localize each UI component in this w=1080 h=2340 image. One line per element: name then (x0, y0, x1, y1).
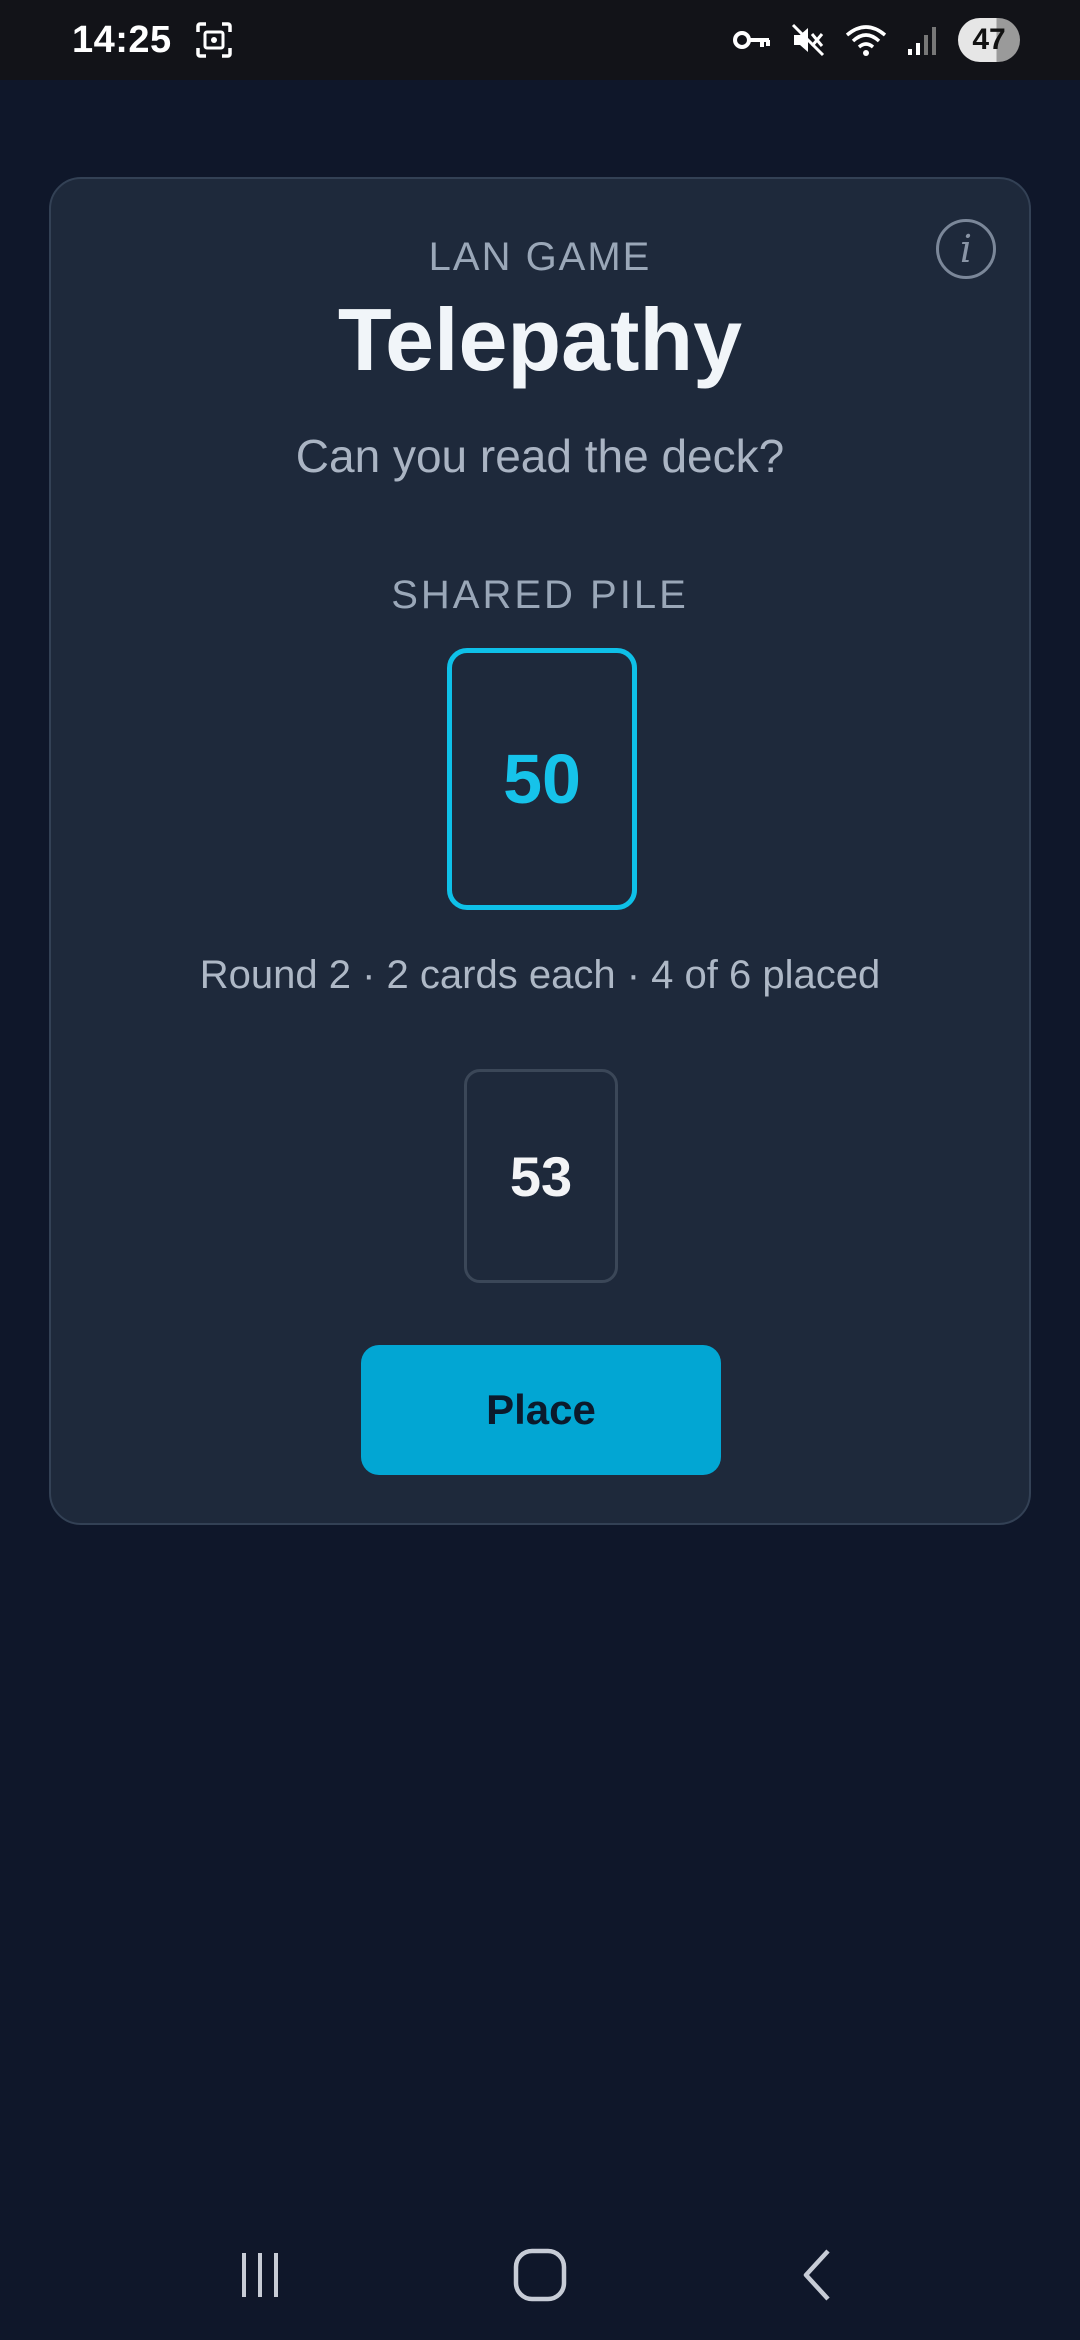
wifi-icon (844, 22, 888, 58)
screenshot-icon (194, 20, 234, 60)
vpn-key-icon (732, 25, 772, 55)
home-icon[interactable] (480, 2230, 600, 2320)
status-bar: 14:25 47 (0, 0, 1080, 80)
game-title: Telepathy (337, 290, 743, 389)
navigation-bar (0, 2210, 1080, 2340)
game-subtitle: Can you read the deck? (295, 430, 785, 482)
hand-card[interactable]: 53 (464, 1069, 618, 1283)
game-card: i LAN GAME Telepathy Can you read the de… (49, 177, 1031, 1525)
signal-icon (906, 23, 940, 57)
battery-indicator: 47 (958, 18, 1020, 62)
round-status: Round 2 · 2 cards each · 4 of 6 placed (199, 953, 881, 997)
recent-apps-icon[interactable] (200, 2230, 320, 2320)
shared-pile-label: SHARED PILE (391, 573, 689, 617)
status-right: 47 (732, 18, 1020, 62)
place-button[interactable]: Place (361, 1345, 721, 1475)
status-left: 14:25 (72, 19, 234, 62)
status-time: 14:25 (72, 18, 172, 61)
shared-pile-card: 50 (447, 648, 637, 910)
mute-icon (790, 22, 826, 58)
game-mode-label: LAN GAME (428, 235, 652, 279)
back-icon[interactable] (760, 2230, 880, 2320)
